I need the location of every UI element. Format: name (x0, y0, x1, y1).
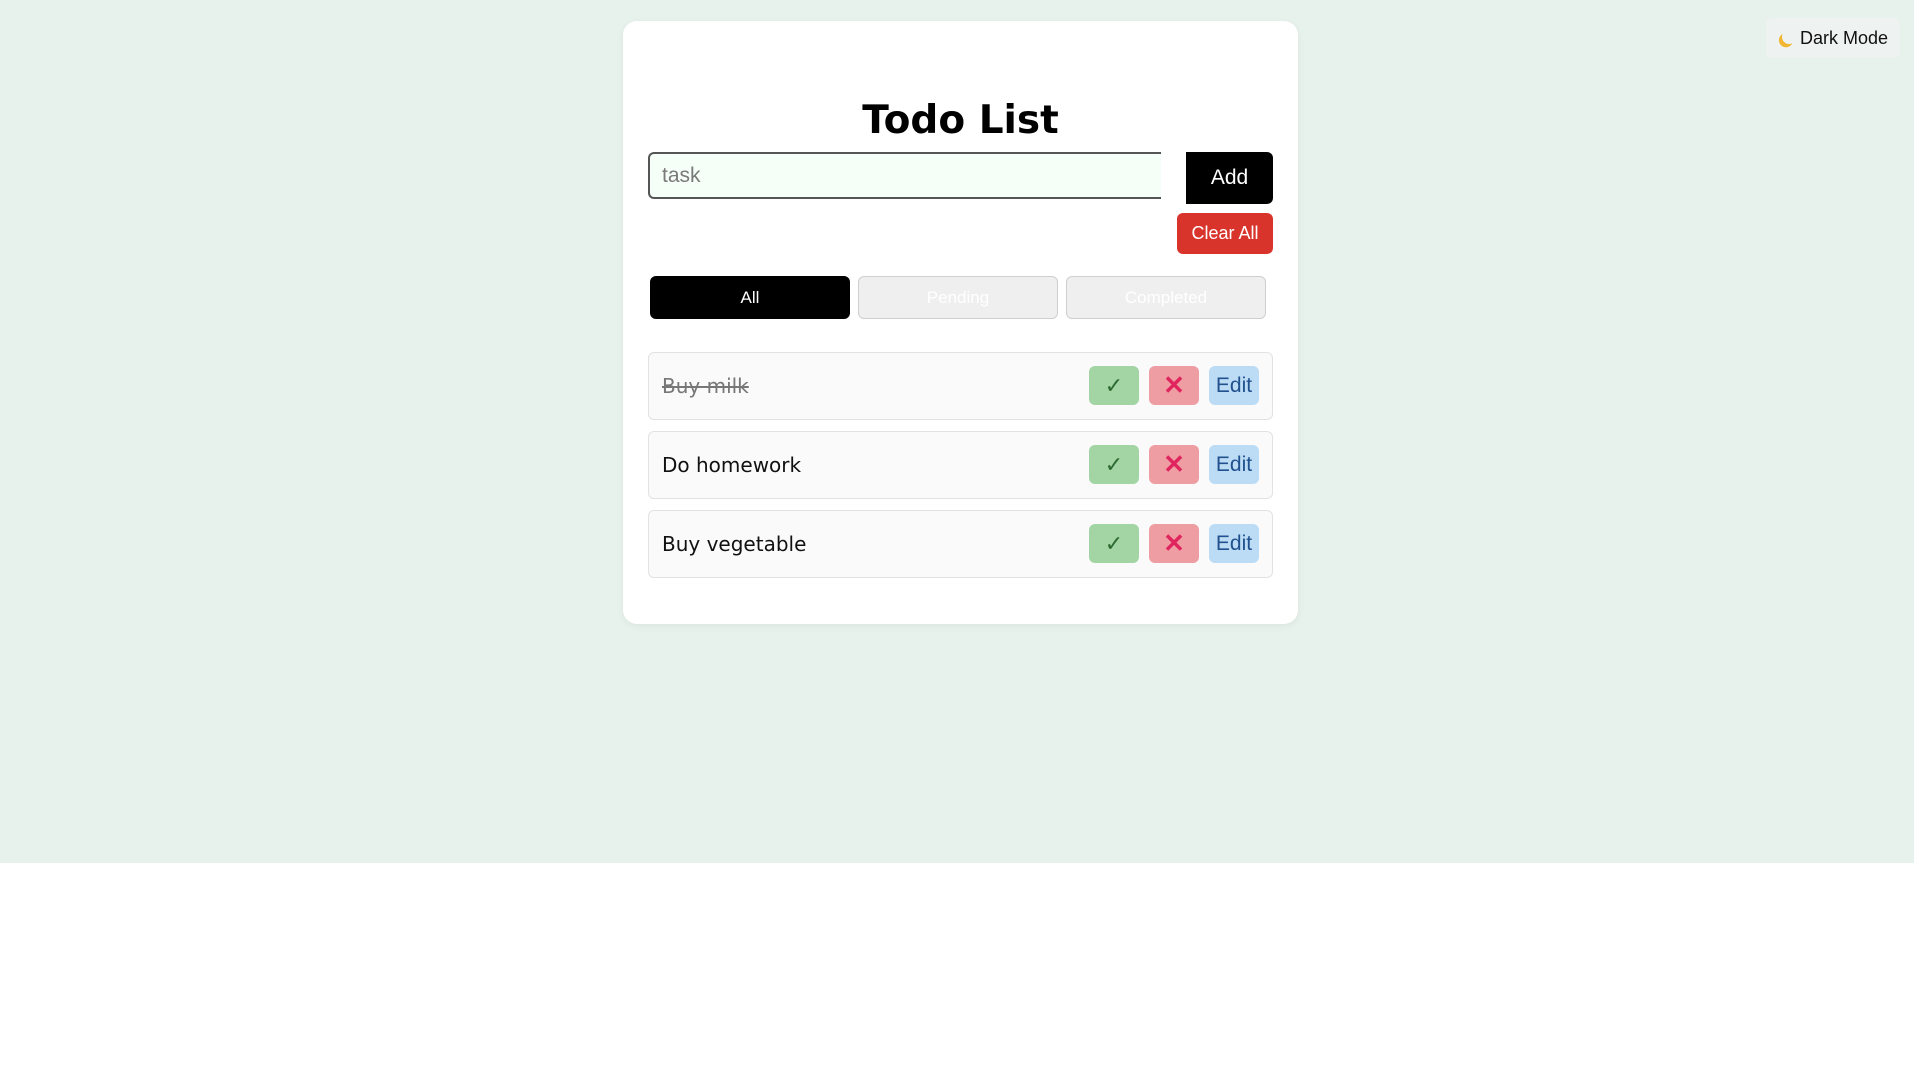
todo-text: Buy vegetable (662, 532, 807, 556)
todo-text: Do homework (662, 453, 802, 477)
todo-actions: ✓ ✕ Edit (1089, 366, 1259, 405)
add-button[interactable]: Add (1186, 152, 1273, 204)
delete-button[interactable]: ✕ (1149, 524, 1199, 563)
todo-actions: ✓ ✕ Edit (1089, 524, 1259, 563)
todo-text: Buy milk (662, 374, 749, 398)
filter-all-button[interactable]: All (650, 276, 850, 319)
filter-tabs: All Pending Completed (650, 276, 1266, 319)
complete-button[interactable]: ✓ (1089, 524, 1139, 563)
todo-item: Do homework ✓ ✕ Edit (648, 431, 1273, 499)
todo-list: Buy milk ✓ ✕ Edit Do homework ✓ ✕ Edit B… (648, 352, 1273, 589)
checkmark-icon: ✓ (1104, 530, 1124, 556)
todo-item: Buy milk ✓ ✕ Edit (648, 352, 1273, 420)
task-input[interactable] (648, 152, 1161, 199)
checkmark-icon: ✓ (1104, 451, 1124, 477)
complete-button[interactable]: ✓ (1089, 366, 1139, 405)
close-icon: ✕ (1163, 370, 1185, 400)
todo-actions: ✓ ✕ Edit (1089, 445, 1259, 484)
todo-card: Todo List Add Clear All All Pending Comp… (623, 21, 1298, 624)
close-icon: ✕ (1163, 528, 1185, 558)
moon-icon (1780, 28, 1798, 46)
delete-button[interactable]: ✕ (1149, 445, 1199, 484)
filter-completed-button[interactable]: Completed (1066, 276, 1266, 319)
checkmark-icon: ✓ (1104, 372, 1124, 398)
dark-mode-label: Dark Mode (1799, 27, 1888, 48)
edit-button[interactable]: Edit (1209, 445, 1259, 484)
page-title: Todo List (862, 98, 1059, 143)
todo-item: Buy vegetable ✓ ✕ Edit (648, 510, 1273, 578)
edit-button[interactable]: Edit (1209, 366, 1259, 405)
complete-button[interactable]: ✓ (1089, 445, 1139, 484)
delete-button[interactable]: ✕ (1149, 366, 1199, 405)
edit-button[interactable]: Edit (1209, 524, 1259, 563)
dark-mode-toggle[interactable]: Dark Mode (1765, 18, 1900, 58)
clear-all-button[interactable]: Clear All (1177, 213, 1273, 254)
close-icon: ✕ (1163, 449, 1185, 479)
filter-pending-button[interactable]: Pending (858, 276, 1058, 319)
